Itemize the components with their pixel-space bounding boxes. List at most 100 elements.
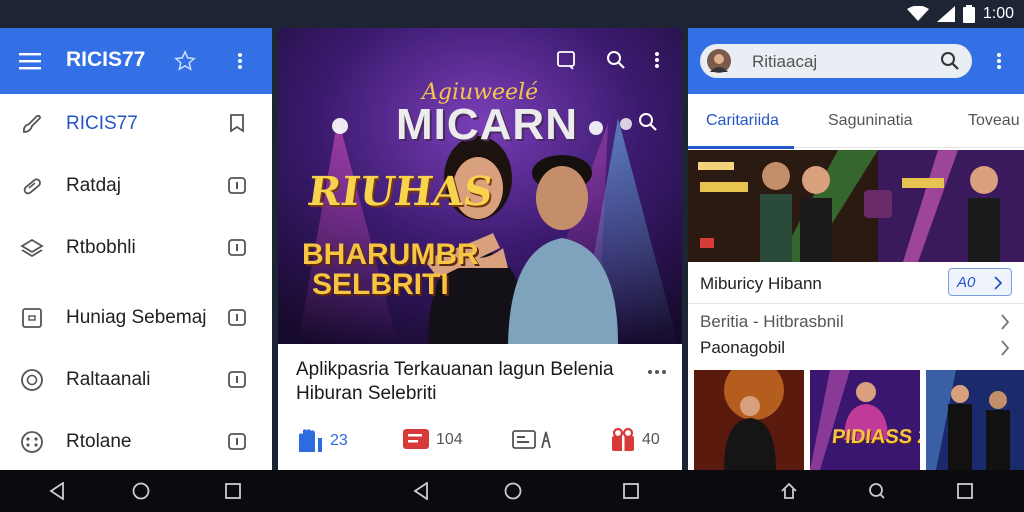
link-icon bbox=[23, 178, 41, 195]
tab-bar: Caritariida Saguninatia Toveau bbox=[688, 94, 1024, 149]
drawer-item-huniag-sebemaj[interactable]: Huniag Sebemaj bbox=[0, 288, 272, 348]
like-count: 23 bbox=[330, 432, 348, 449]
list-item-label: Beritia - Hitbrasbnil bbox=[700, 312, 844, 331]
info-badge-icon[interactable] bbox=[226, 430, 248, 452]
info-badge-icon[interactable] bbox=[226, 368, 248, 390]
more-vert-icon[interactable] bbox=[992, 49, 1006, 73]
app-title: RICIS77 bbox=[66, 48, 146, 71]
search-icon[interactable] bbox=[604, 48, 628, 72]
info-badge-icon[interactable] bbox=[226, 236, 248, 258]
thumbnail[interactable] bbox=[694, 370, 804, 470]
tab-indicator bbox=[688, 146, 794, 149]
search-bar[interactable]: Ritiaacaj bbox=[700, 44, 972, 78]
home-icon[interactable] bbox=[130, 480, 152, 502]
star-icon[interactable] bbox=[172, 48, 198, 74]
circle-icon bbox=[21, 369, 43, 391]
home-outline-icon[interactable] bbox=[778, 480, 800, 502]
drawer-item-rtbobhli[interactable]: Rtbobhli bbox=[0, 218, 272, 278]
back-icon[interactable] bbox=[46, 480, 68, 502]
drawer-item-rtolane[interactable]: Rtolane bbox=[0, 412, 272, 472]
list-item[interactable]: Beritia - Hitbrasbnil bbox=[688, 310, 1024, 336]
chat-icon bbox=[403, 429, 429, 449]
drawer-item-label: RICIS77 bbox=[66, 113, 138, 134]
feature-caption[interactable]: Aplikpasria Terkauanan lagun Belenia Hib… bbox=[296, 358, 636, 406]
drawer-item-label: Rtolane bbox=[66, 431, 132, 452]
section-row[interactable]: Miburicy Hibann A0 bbox=[688, 264, 1024, 304]
thumbnail-row: PIDIASS 2017 bbox=[694, 370, 1024, 470]
hero-title-main: MICARN bbox=[396, 100, 578, 149]
hero-title-bottom-2: SELBRITI bbox=[312, 268, 449, 301]
drawer-item-label: Ratdaj bbox=[66, 175, 121, 196]
zoom-icon[interactable] bbox=[636, 110, 660, 134]
comment-action[interactable]: 104 bbox=[402, 428, 463, 452]
tab-saguninatia[interactable]: Saguninatia bbox=[828, 112, 913, 130]
browse-panel: Ritiaacaj Caritariida Saguninatia Toveau bbox=[688, 28, 1024, 470]
chevron-right-icon bbox=[994, 276, 1003, 290]
gift-icon bbox=[612, 428, 634, 451]
drawer-item-label: Huniag Sebemaj bbox=[66, 307, 207, 328]
like-action[interactable]: 23 bbox=[296, 428, 348, 454]
info-badge-icon[interactable] bbox=[226, 174, 248, 196]
promo-banner[interactable] bbox=[688, 150, 1024, 262]
list-item-label: Paonagobil bbox=[700, 338, 786, 357]
recents-icon[interactable] bbox=[620, 480, 642, 502]
drawer-item-ratdaj[interactable]: Ratdaj bbox=[0, 156, 272, 216]
card-actions: 23 104 40 bbox=[296, 428, 676, 458]
caption-line-1: Aplikpasria Terkauanan lagun Belenia bbox=[296, 359, 614, 380]
tab-caritariida[interactable]: Caritariida bbox=[706, 112, 779, 130]
drawer-item-ricis77[interactable]: RICIS77 bbox=[0, 94, 272, 154]
search-icon[interactable] bbox=[940, 51, 960, 71]
home-icon[interactable] bbox=[502, 480, 524, 502]
recents-icon[interactable] bbox=[954, 480, 976, 502]
chevron-right-icon bbox=[1001, 340, 1010, 356]
menu-icon[interactable] bbox=[18, 49, 44, 73]
section-title: Miburicy Hibann bbox=[700, 274, 822, 293]
section-badge-label: A0 bbox=[957, 274, 976, 291]
bookmark-outline-icon[interactable] bbox=[554, 48, 578, 72]
signal-icon bbox=[936, 6, 955, 22]
dial-icon bbox=[21, 431, 43, 453]
thumbnail-title: PIDIASS 2017 bbox=[830, 426, 920, 448]
drawer-panel: RICIS77 RICIS77 Ratdaj Rtbobhli Huniag S… bbox=[0, 28, 272, 470]
brush-icon bbox=[22, 114, 41, 133]
more-vert-icon[interactable] bbox=[648, 48, 666, 72]
hero-image[interactable]: Agiuweelé MICARN RIUHAS BHARUMBR SELBRIT… bbox=[278, 28, 682, 344]
comment-count: 104 bbox=[436, 431, 463, 448]
drawer-item-raltaanali[interactable]: Raltaanali bbox=[0, 350, 272, 410]
screen: 1:00 RICIS77 RICIS77 Ratdaj Rtbobhli Hun… bbox=[0, 0, 1024, 512]
list-item[interactable]: Paonagobil bbox=[688, 336, 1024, 362]
tab-toveau[interactable]: Toveau bbox=[968, 112, 1020, 130]
hero-title-rikas: RIUHAS bbox=[304, 168, 496, 215]
hero-title-bottom-1: BHARUMBR bbox=[302, 238, 479, 271]
gallery-action[interactable] bbox=[512, 428, 556, 450]
more-horiz-icon[interactable] bbox=[646, 364, 668, 380]
info-badge-icon[interactable] bbox=[226, 306, 248, 328]
back-icon[interactable] bbox=[410, 480, 432, 502]
layers-icon bbox=[20, 238, 44, 258]
search-input[interactable]: Ritiaacaj bbox=[752, 52, 817, 72]
thumbnail[interactable]: PIDIASS 2017 bbox=[810, 370, 920, 470]
avatar bbox=[707, 49, 731, 73]
gallery-icon bbox=[512, 430, 551, 449]
more-vert-icon[interactable] bbox=[230, 49, 250, 73]
section-badge[interactable]: A0 bbox=[948, 268, 1012, 296]
square-icon bbox=[22, 308, 42, 328]
feature-card-panel: Agiuweelé MICARN RIUHAS BHARUMBR SELBRIT… bbox=[278, 28, 682, 470]
thumbnail[interactable] bbox=[926, 370, 1024, 470]
search-icon[interactable] bbox=[866, 480, 888, 502]
caption-line-2: Hiburan Selebriti bbox=[296, 383, 437, 404]
system-nav-bar bbox=[0, 470, 1024, 512]
browse-app-bar: Ritiaacaj bbox=[688, 28, 1024, 94]
battery-icon bbox=[962, 5, 975, 23]
bookmark-icon[interactable] bbox=[226, 112, 248, 134]
chevron-right-icon bbox=[1001, 314, 1010, 330]
status-time: 1:00 bbox=[982, 5, 1014, 22]
hand-icon bbox=[299, 429, 322, 452]
gift-action[interactable]: 40 bbox=[610, 428, 660, 452]
drawer-item-label: Rtbobhli bbox=[66, 237, 136, 258]
drawer-app-bar: RICIS77 bbox=[0, 28, 272, 94]
gift-count: 40 bbox=[642, 431, 660, 448]
recents-icon[interactable] bbox=[222, 480, 244, 502]
status-bar: 1:00 bbox=[0, 0, 1024, 28]
drawer-item-label: Raltaanali bbox=[66, 369, 151, 390]
